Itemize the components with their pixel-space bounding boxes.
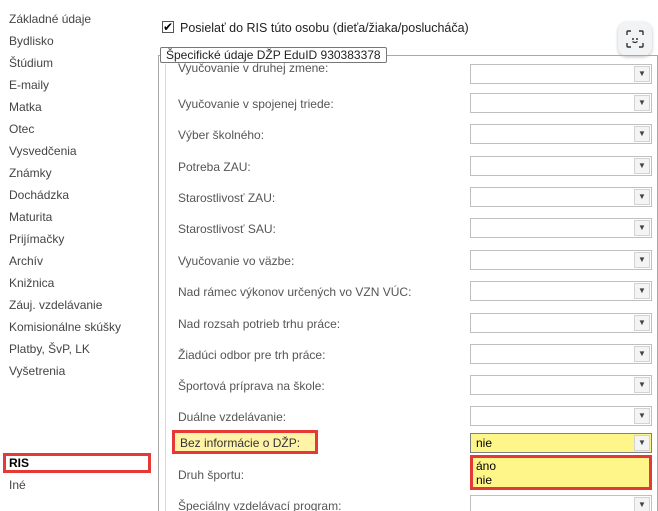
chevron-down-icon[interactable]: ▼: [634, 126, 650, 142]
sidebar-item-prijimacky[interactable]: Prijímačky: [9, 229, 64, 249]
field-row: Potreba ZAU: ▼: [152, 156, 658, 180]
chevron-down-icon[interactable]: ▼: [634, 315, 650, 331]
field-row: Vyučovanie vo väzbe: ▼: [152, 250, 658, 274]
field-combo[interactable]: ▼: [470, 495, 652, 511]
group-title: Špecifické údaje DŽP EduID 930383378: [160, 47, 387, 63]
sidebar-item-studium[interactable]: Štúdium: [9, 53, 53, 73]
field-label: Bez informácie o DŽP:: [180, 436, 301, 450]
sidebar-item-zakladne-udaje[interactable]: Základné údaje: [9, 9, 91, 29]
main-panel: ✔ Posielať do RIS túto osobu (dieťa/žiaka…: [152, 0, 658, 511]
sidebar-item-archiv[interactable]: Archív: [9, 251, 43, 271]
field-combo[interactable]: ▼: [470, 218, 652, 238]
field-row: Špeciálny vzdelávací program: ▼: [152, 495, 658, 511]
field-combo[interactable]: ▼: [470, 250, 652, 270]
field-row: Vyučovanie v druhej zmene: ▼: [152, 61, 658, 86]
field-row: Nad rozsah potrieb trhu práce: ▼: [152, 313, 658, 337]
field-label: Nad rámec výkonov určených vo VZN VÚC:: [178, 285, 412, 299]
sidebar-item-platby[interactable]: Platby, ŠvP, LK: [9, 339, 90, 359]
field-label: Starostlivosť ZAU:: [178, 191, 276, 205]
field-label: Žiadúci odbor pre trh práce:: [178, 348, 326, 362]
sidebar-item-komisionalne-skusky[interactable]: Komisionálne skúšky: [9, 317, 121, 337]
sidebar-item-ris[interactable]: RIS: [9, 453, 29, 473]
field-row: Duálne vzdelávanie: ▼: [152, 406, 658, 430]
sidebar-item-bydlisko[interactable]: Bydlisko: [9, 31, 54, 51]
field-combo[interactable]: ▼: [470, 156, 652, 176]
chevron-down-icon[interactable]: ▼: [634, 408, 650, 424]
check-icon: ✔: [163, 20, 174, 34]
field-label: Duálne vzdelávanie:: [178, 410, 287, 424]
sidebar-item-otec[interactable]: Otec: [9, 119, 34, 139]
sidebar-item-kniznica[interactable]: Knižnica: [9, 273, 54, 293]
field-row: Starostlivosť SAU: ▼: [152, 218, 658, 242]
field-label: Vyučovanie vo väzbe:: [178, 254, 295, 268]
sidebar-item-znamky[interactable]: Známky: [9, 163, 52, 183]
sidebar-item-vysvedcenia[interactable]: Vysvedčenia: [9, 141, 77, 161]
field-row: Športová príprava na škole: ▼: [152, 375, 658, 399]
chevron-down-icon[interactable]: ▼: [634, 189, 650, 205]
field-label: Starostlivosť SAU:: [178, 222, 276, 236]
chevron-down-icon[interactable]: ▼: [634, 95, 650, 111]
chevron-down-icon[interactable]: ▼: [634, 377, 650, 393]
field-row: Vyučovanie v spojenej triede: ▼: [152, 93, 658, 117]
chevron-down-icon[interactable]: ▼: [634, 283, 650, 299]
field-label: Vyučovanie v spojenej triede:: [178, 97, 334, 111]
sidebar-item-matka[interactable]: Matka: [9, 97, 42, 117]
chevron-down-icon[interactable]: ▼: [634, 66, 650, 82]
chevron-down-icon[interactable]: ▼: [634, 252, 650, 268]
sidebar-item-zauj-vzdelavanie[interactable]: Záuj. vzdelávanie: [9, 295, 102, 315]
chevron-down-icon[interactable]: ▼: [634, 346, 650, 362]
field-combo[interactable]: ▼: [470, 64, 652, 84]
send-to-ris-label: Posielať do RIS túto osobu (dieťa/žiaka/…: [180, 21, 469, 35]
chevron-down-icon[interactable]: ▼: [634, 220, 650, 236]
field-label: Výber školného:: [178, 128, 265, 142]
sidebar-item-dochadzka[interactable]: Dochádzka: [9, 185, 69, 205]
send-to-ris-row[interactable]: ✔ Posielať do RIS túto osobu (dieťa/žiaka…: [162, 19, 469, 37]
chevron-down-icon[interactable]: ▼: [634, 158, 650, 174]
field-row: Výber školného: ▼: [152, 124, 658, 148]
field-combo[interactable]: ▼: [470, 344, 652, 364]
field-combo[interactable]: ▼: [470, 124, 652, 144]
field-label: Potreba ZAU:: [178, 160, 251, 174]
field-row: Starostlivosť ZAU: ▼: [152, 187, 658, 211]
highlighted-field-label: Bez informácie o DŽP:: [172, 430, 318, 454]
sidebar-nav: Základné údaje Bydlisko Štúdium E-maily …: [0, 0, 152, 511]
field-combo[interactable]: ▼: [470, 313, 652, 333]
field-row: Žiadúci odbor pre trh práce: ▼: [152, 344, 658, 368]
combo-value: nie: [476, 436, 493, 450]
field-label: Nad rozsah potrieb trhu práce:: [178, 317, 341, 331]
field-combo[interactable]: ▼: [470, 93, 652, 113]
field-combo[interactable]: ▼: [470, 187, 652, 207]
screen-capture-icon: [626, 30, 644, 48]
chevron-down-icon[interactable]: ▼: [634, 497, 650, 511]
field-label: Špeciálny vzdelávací program:: [178, 499, 342, 511]
field-row: Druh športu:: [152, 464, 658, 488]
sidebar-item-vysetrenia[interactable]: Vyšetrenia: [9, 361, 65, 381]
field-label: Druh športu:: [178, 468, 245, 482]
field-combo[interactable]: ▼: [470, 406, 652, 426]
field-row: Nad rámec výkonov určených vo VZN VÚC: ▼: [152, 281, 658, 305]
send-to-ris-checkbox[interactable]: ✔: [162, 20, 174, 34]
field-label: Športová príprava na škole:: [178, 379, 325, 393]
sidebar-item-ine[interactable]: Iné: [9, 475, 26, 495]
sidebar-item-maturita[interactable]: Maturita: [9, 207, 52, 227]
field-label: Vyučovanie v druhej zmene:: [178, 61, 329, 75]
sidebar-item-emaily[interactable]: E-maily: [9, 75, 49, 95]
field-combo[interactable]: ▼: [470, 375, 652, 395]
bez-informacie-combo[interactable]: nie ▼: [470, 433, 652, 453]
field-combo[interactable]: ▼: [470, 281, 652, 301]
screen-capture-button[interactable]: [618, 22, 652, 56]
chevron-down-icon[interactable]: ▼: [634, 435, 650, 451]
